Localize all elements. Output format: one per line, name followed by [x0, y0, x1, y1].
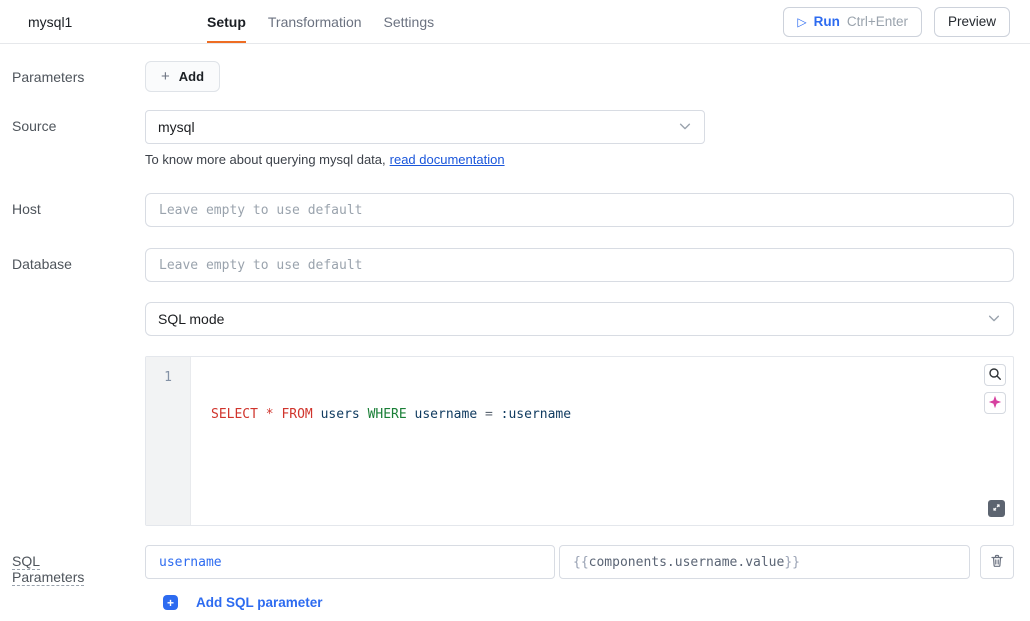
sql-mode-value: SQL mode — [158, 311, 224, 327]
binding-close-brace: }} — [784, 555, 800, 570]
binding-expression: components.username.value — [589, 555, 785, 570]
source-helper-prefix: To know more about querying mysql data, — [145, 152, 386, 167]
query-title: mysql1 — [28, 14, 72, 30]
expand-editor-button[interactable] — [988, 500, 1005, 517]
code-area[interactable]: SELECT * FROM users WHERE username = :us… — [191, 357, 1013, 525]
editor-side-buttons — [984, 364, 1006, 414]
code-line: SELECT * FROM users WHERE username = :us… — [211, 406, 993, 424]
param-value-input[interactable]: {{components.username.value}} — [559, 545, 970, 579]
source-select[interactable]: mysql — [145, 110, 705, 144]
chevron-down-icon — [678, 119, 692, 136]
header-actions: ▷ Run Ctrl+Enter Preview — [783, 7, 1010, 37]
tabs: Setup Transformation Settings — [207, 0, 434, 43]
sql-parameters-row: SQL Parameters {{components.username.val… — [0, 545, 1014, 610]
sql-parameters-label: SQL Parameters — [0, 545, 145, 610]
sql-parameters-label-text: SQL Parameters — [12, 553, 84, 585]
source-select-value: mysql — [158, 119, 195, 135]
add-sql-parameter-button[interactable]: + Add SQL parameter — [163, 595, 323, 610]
tab-settings[interactable]: Settings — [384, 0, 435, 43]
param-key-input[interactable] — [145, 545, 555, 579]
source-helper-text: To know more about querying mysql data, r… — [145, 152, 1014, 167]
sql-mode-spacer — [0, 302, 145, 336]
source-row: Source mysql To know more about querying… — [0, 110, 1014, 167]
database-label: Database — [0, 248, 145, 282]
database-row: Database — [0, 248, 1014, 282]
add-plus-icon: + — [163, 595, 178, 610]
sql-code-editor[interactable]: 1 SELECT * FROM users WHERE username = :… — [145, 356, 1014, 526]
add-sql-parameter-label: Add SQL parameter — [196, 595, 323, 610]
chevron-down-icon — [987, 311, 1001, 328]
query-setup-panel: Parameters + Add Source mysql To know mo… — [0, 44, 1030, 610]
editor-row: 1 SELECT * FROM users WHERE username = :… — [0, 356, 1014, 526]
expand-icon — [991, 501, 1002, 516]
editor-spacer — [0, 356, 145, 526]
preview-button-label: Preview — [948, 14, 996, 29]
tab-setup[interactable]: Setup — [207, 0, 246, 43]
ai-assist-button[interactable] — [984, 392, 1006, 414]
binding-open-brace: {{ — [573, 555, 589, 570]
tab-transformation[interactable]: Transformation — [268, 0, 362, 43]
parameters-row: Parameters + Add — [0, 61, 1014, 92]
add-parameter-button[interactable]: + Add — [145, 61, 220, 92]
header: mysql1 Setup Transformation Settings ▷ R… — [0, 0, 1030, 44]
run-button-label: Run — [814, 14, 840, 29]
preview-button[interactable]: Preview — [934, 7, 1010, 37]
host-row: Host — [0, 193, 1014, 227]
parameters-label: Parameters — [0, 61, 145, 92]
database-input[interactable] — [145, 248, 1014, 282]
read-documentation-link[interactable]: read documentation — [390, 152, 505, 167]
editor-gutter: 1 — [146, 357, 191, 525]
run-shortcut: Ctrl+Enter — [847, 14, 908, 29]
host-label: Host — [0, 193, 145, 227]
plus-icon: + — [161, 69, 170, 84]
sparkle-icon — [988, 395, 1002, 412]
editor-search-button[interactable] — [984, 364, 1006, 386]
add-parameter-label: Add — [179, 69, 204, 84]
line-number: 1 — [146, 370, 190, 385]
source-label: Source — [0, 110, 145, 167]
sql-mode-row: SQL mode — [0, 302, 1014, 336]
run-button[interactable]: ▷ Run Ctrl+Enter — [783, 7, 922, 37]
sql-parameter-row: {{components.username.value}} — [145, 545, 1014, 579]
search-icon — [988, 367, 1002, 384]
play-icon: ▷ — [797, 16, 806, 28]
sql-mode-select[interactable]: SQL mode — [145, 302, 1014, 336]
trash-icon — [989, 553, 1005, 572]
host-input[interactable] — [145, 193, 1014, 227]
delete-parameter-button[interactable] — [980, 545, 1014, 579]
